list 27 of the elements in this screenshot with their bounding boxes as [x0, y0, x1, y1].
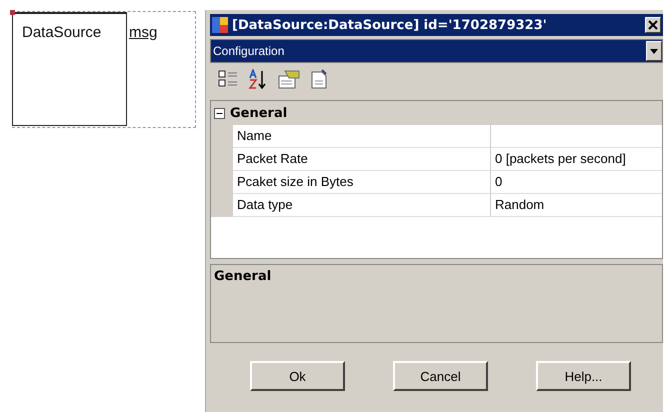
window-title: [DataSource:DataSource] id='1702879323' — [232, 18, 548, 32]
cancel-button[interactable]: Cancel — [393, 361, 488, 391]
close-icon — [648, 20, 658, 30]
ok-button[interactable]: Ok — [250, 361, 345, 391]
description-title: General — [214, 269, 272, 284]
app-icon — [212, 17, 228, 33]
categorized-icon[interactable] — [218, 70, 238, 88]
help-button[interactable]: Help... — [536, 361, 631, 391]
caret-icon — [650, 48, 658, 54]
datasource-node[interactable]: DataSource — [12, 12, 127, 126]
selection-handle[interactable] — [10, 10, 15, 15]
property-name[interactable]: Pcaket size in Bytes — [233, 171, 491, 194]
property-value[interactable]: Random — [491, 194, 662, 217]
property-name[interactable]: Name — [233, 125, 491, 148]
property-name[interactable]: Packet Rate — [233, 148, 491, 171]
category-label: General — [230, 106, 288, 120]
close-button[interactable] — [645, 17, 661, 33]
object-dropdown[interactable]: Configuration — [210, 39, 663, 63]
port-label[interactable]: msg — [127, 24, 158, 41]
property-value[interactable]: 0 [packets per second] — [491, 148, 662, 171]
property-pages-icon[interactable] — [278, 69, 300, 89]
expander-icon[interactable] — [214, 108, 225, 118]
property-value[interactable]: 0 — [491, 171, 662, 194]
property-name[interactable]: Data type — [233, 194, 491, 217]
document-icon[interactable] — [310, 69, 328, 89]
node-label: DataSource — [22, 24, 102, 41]
alphabetical-sort-icon[interactable] — [248, 69, 268, 89]
